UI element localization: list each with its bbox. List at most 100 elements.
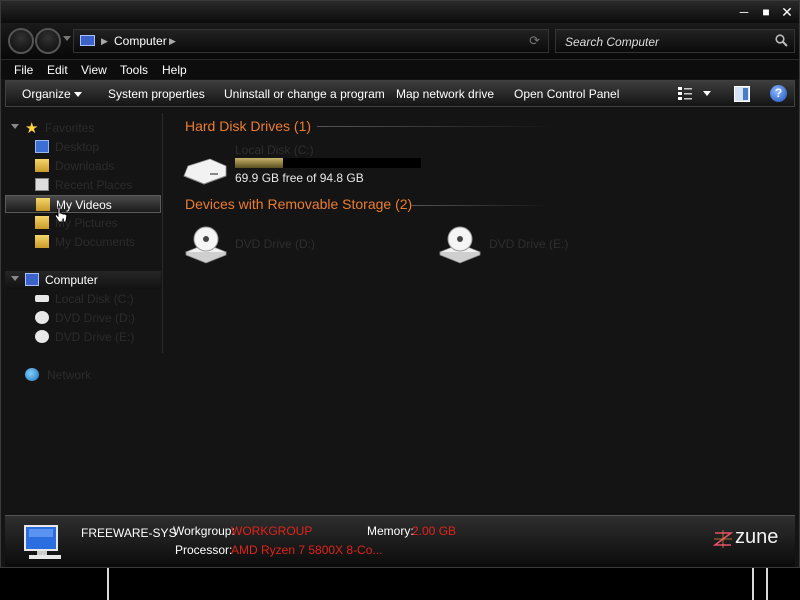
sidebar-item-network[interactable]: Network bbox=[5, 366, 161, 384]
sidebar-item-label: Computer bbox=[45, 273, 98, 287]
sidebar-item-my-pictures[interactable]: My Pictures bbox=[5, 214, 161, 232]
chevron-down-icon bbox=[73, 92, 82, 98]
dvd-drive-icon bbox=[184, 226, 228, 264]
dvd-drive-icon bbox=[438, 226, 482, 264]
sidebar-item-computer[interactable]: Computer bbox=[5, 271, 161, 289]
disk-usage-bar bbox=[235, 158, 421, 168]
uninstall-program-button[interactable]: Uninstall or change a program bbox=[224, 87, 385, 101]
recent-places-icon bbox=[35, 178, 49, 191]
processor-label: Processor: bbox=[175, 543, 233, 557]
pictures-folder-icon bbox=[35, 216, 49, 229]
strip-divider bbox=[752, 568, 754, 600]
hard-drive-icon bbox=[35, 295, 49, 302]
close-icon[interactable]: ✕ bbox=[779, 5, 795, 19]
search-input[interactable]: Search Computer bbox=[565, 35, 659, 49]
sidebar-item-label: Desktop bbox=[55, 140, 100, 154]
collapse-arrow-icon[interactable] bbox=[11, 124, 19, 129]
group-divider bbox=[317, 126, 557, 127]
zune-logo-icon bbox=[713, 530, 733, 548]
sidebar-item-downloads[interactable]: Downloads bbox=[5, 157, 161, 175]
sidebar-item-my-documents[interactable]: My Documents bbox=[5, 233, 161, 251]
explorer-window: ─ ■ ✕ ▶ Computer ▶ ⟳ Search Computer Fil… bbox=[0, 0, 800, 568]
computer-icon bbox=[25, 273, 39, 286]
collapse-arrow-icon[interactable] bbox=[11, 276, 19, 281]
sidebar-item-dvd-e[interactable]: DVD Drive (E:) bbox=[5, 328, 161, 346]
minimize-icon[interactable]: ─ bbox=[736, 6, 752, 18]
computer-name: FREEWARE-SYS bbox=[81, 526, 177, 540]
strip-divider bbox=[107, 568, 109, 600]
address-breadcrumb-computer[interactable]: Computer bbox=[114, 34, 167, 48]
sidebar-item-dvd-d[interactable]: DVD Drive (D:) bbox=[5, 309, 161, 327]
maximize-icon[interactable]: ■ bbox=[758, 6, 774, 18]
map-network-drive-button[interactable]: Map network drive bbox=[396, 87, 494, 101]
bottom-strip bbox=[0, 568, 800, 600]
group-divider bbox=[411, 205, 551, 206]
sidebar-item-local-disk[interactable]: Local Disk (C:) bbox=[5, 290, 161, 308]
sidebar-item-favorites[interactable]: ★ Favorites bbox=[5, 119, 161, 137]
strip-divider bbox=[766, 568, 768, 600]
menu-help[interactable]: Help bbox=[162, 63, 187, 77]
organize-button[interactable]: Organize bbox=[22, 87, 82, 101]
documents-folder-icon bbox=[35, 235, 49, 248]
sidebar-item-label: DVD Drive (E:) bbox=[55, 330, 135, 344]
drive-label: Local Disk (C:) bbox=[235, 143, 314, 157]
menu-tools[interactable]: Tools bbox=[120, 63, 148, 77]
sidebar-item-label: My Documents bbox=[55, 235, 136, 249]
zune-wordmark: zune bbox=[735, 526, 779, 548]
change-view-icon[interactable] bbox=[678, 86, 692, 102]
workgroup-value: WORKGROUP bbox=[231, 524, 313, 538]
help-icon[interactable]: ? bbox=[770, 85, 787, 102]
group-header-removable-storage[interactable]: Devices with Removable Storage (2) bbox=[185, 196, 412, 212]
menu-edit[interactable]: Edit bbox=[47, 63, 68, 77]
open-control-panel-button[interactable]: Open Control Panel bbox=[514, 87, 619, 101]
navigation-pane: ★ Favorites Desktop Downloads Recent Pla… bbox=[5, 111, 165, 511]
disk-usage-fill bbox=[235, 158, 284, 168]
group-header-hard-disk-drives[interactable]: Hard Disk Drives (1) bbox=[185, 118, 311, 134]
memory-label: Memory: bbox=[367, 524, 414, 538]
drive-label: DVD Drive (E:) bbox=[489, 237, 569, 251]
back-button[interactable] bbox=[8, 28, 34, 54]
sidebar-item-label: Local Disk (C:) bbox=[55, 292, 134, 306]
sidebar-item-label: Recent Places bbox=[55, 178, 133, 192]
dvd-drive-icon bbox=[35, 311, 49, 324]
sidebar-item-label: DVD Drive (D:) bbox=[55, 311, 135, 325]
processor-value: AMD Ryzen 7 5800X 8-Co... bbox=[231, 543, 383, 557]
videos-folder-icon bbox=[36, 198, 50, 211]
address-bar[interactable]: ▶ Computer ▶ ⟳ bbox=[73, 29, 549, 53]
details-pane: FREEWARE-SYS Workgroup: WORKGROUP Memory… bbox=[5, 515, 795, 567]
recent-pages-dropdown-icon[interactable] bbox=[63, 36, 71, 41]
search-icon[interactable] bbox=[775, 34, 788, 47]
zune-logo: zune bbox=[713, 526, 787, 550]
hard-drive-icon bbox=[183, 158, 227, 185]
computer-monitor-icon bbox=[24, 525, 61, 559]
sidebar-item-my-videos[interactable]: My Videos bbox=[5, 195, 161, 223]
breadcrumb-arrow-icon[interactable]: ▶ bbox=[101, 36, 108, 47]
workgroup-label: Workgroup: bbox=[173, 524, 235, 538]
title-bar: ─ ■ ✕ bbox=[1, 1, 799, 23]
drive-free-space: 69.9 GB free of 94.8 GB bbox=[235, 171, 364, 185]
star-icon: ★ bbox=[25, 120, 39, 137]
sidebar-item-label: Favorites bbox=[45, 121, 95, 135]
computer-icon bbox=[80, 35, 95, 46]
dvd-drive-icon bbox=[35, 330, 49, 343]
memory-value: 2.00 GB bbox=[412, 524, 457, 538]
view-dropdown-icon[interactable] bbox=[703, 91, 711, 96]
search-box[interactable]: Search Computer bbox=[555, 29, 795, 53]
menu-view[interactable]: View bbox=[81, 63, 107, 77]
sidebar-item-desktop[interactable]: Desktop bbox=[5, 138, 161, 156]
refresh-icon[interactable]: ⟳ bbox=[529, 33, 540, 49]
preview-pane-icon[interactable] bbox=[734, 86, 750, 102]
system-properties-button[interactable]: System properties bbox=[108, 87, 205, 101]
breadcrumb-arrow-icon[interactable]: ▶ bbox=[169, 36, 176, 47]
sidebar-item-recent-places[interactable]: Recent Places bbox=[5, 176, 161, 194]
pane-divider[interactable] bbox=[162, 113, 163, 353]
menu-bar: File Edit View Tools Help bbox=[1, 59, 799, 79]
sidebar-item-label: Network bbox=[47, 368, 92, 382]
forward-button[interactable] bbox=[35, 28, 61, 54]
navigation-bar: ▶ Computer ▶ ⟳ Search Computer bbox=[1, 23, 799, 59]
menu-file[interactable]: File bbox=[14, 63, 33, 77]
downloads-folder-icon bbox=[35, 159, 49, 172]
drive-label: DVD Drive (D:) bbox=[235, 237, 315, 251]
network-globe-icon bbox=[25, 368, 39, 381]
desktop-icon bbox=[35, 140, 49, 153]
